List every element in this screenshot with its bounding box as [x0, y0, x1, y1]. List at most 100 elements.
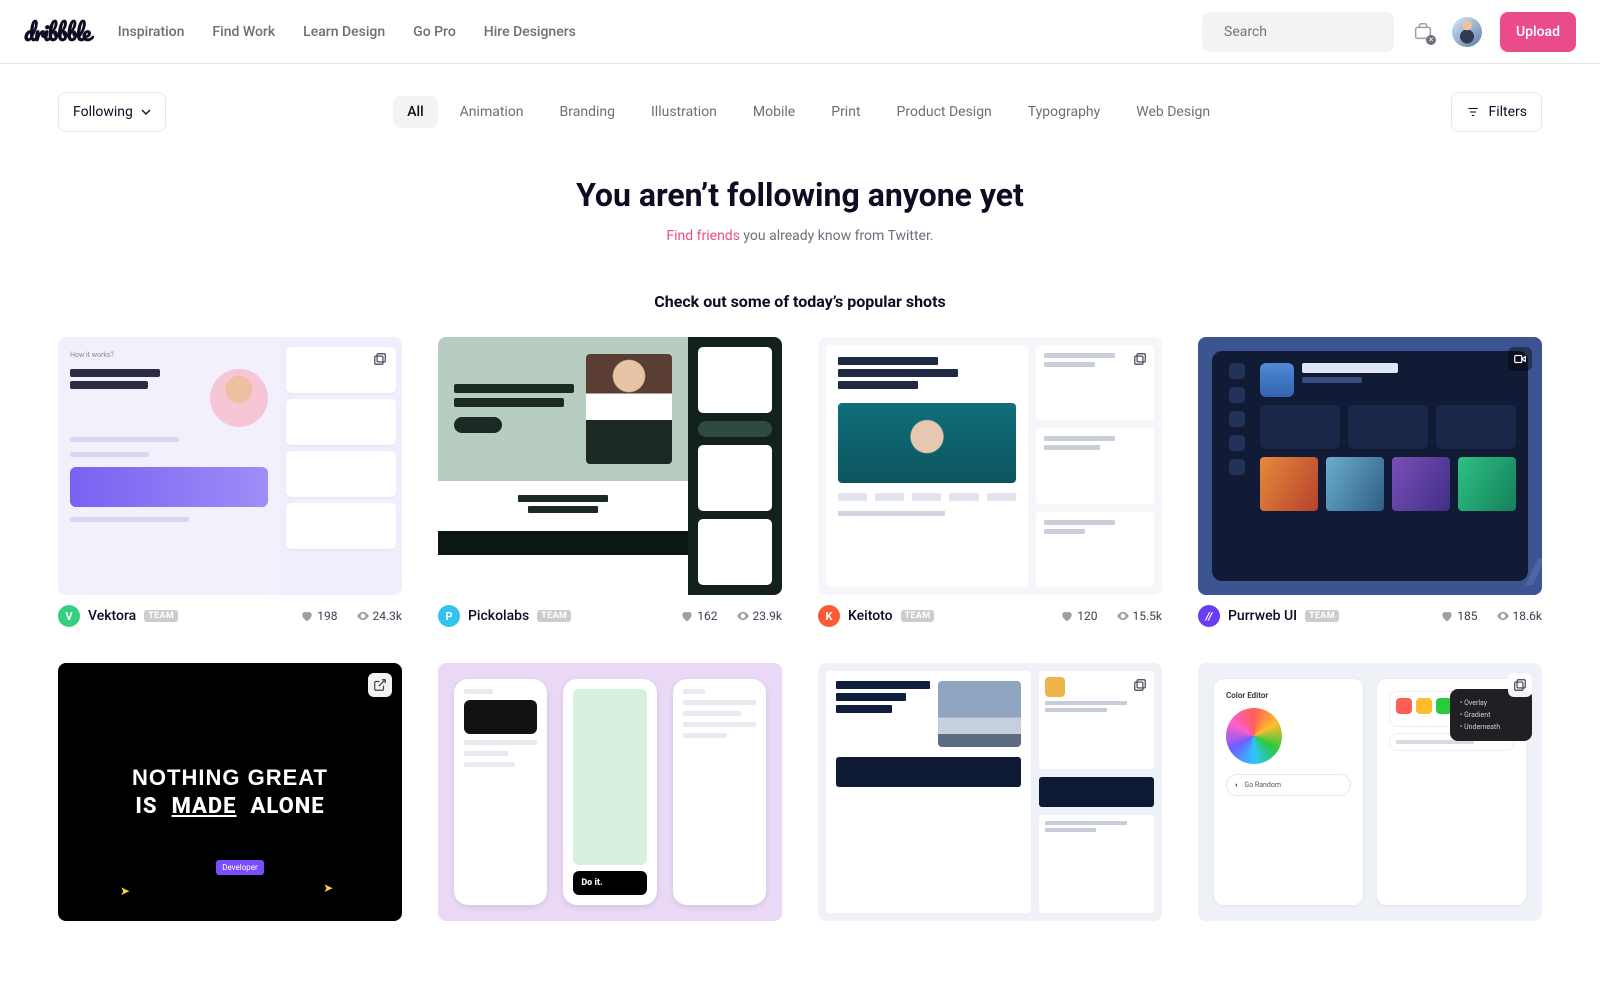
- empty-title: You aren’t following anyone yet: [0, 176, 1600, 214]
- filter-icon: [1466, 105, 1480, 119]
- top-nav: dribbble Inspiration Find Work Learn Des…: [0, 0, 1600, 64]
- shot-card: NOTHING GREAT IS MADE ALONE Developer ➤ …: [58, 663, 402, 921]
- tab-product-design[interactable]: Product Design: [883, 96, 1006, 128]
- eye-icon: [1496, 609, 1510, 623]
- shot-thumbnail[interactable]: //: [1198, 337, 1542, 595]
- shot-card: Color Editor ◐ Go Random • Overlay• Grad…: [1198, 663, 1542, 921]
- views-stat: 24.3k: [356, 609, 402, 623]
- search-box[interactable]: [1202, 12, 1394, 52]
- search-input[interactable]: [1224, 24, 1402, 40]
- tab-animation[interactable]: Animation: [446, 96, 538, 128]
- shot-meta: // Purrweb UI TEAM 185 18.6k: [1198, 605, 1542, 627]
- shot-card: // // Purrweb UI TEAM 185 18.6k: [1198, 337, 1542, 627]
- author-name[interactable]: Vektora: [88, 608, 136, 624]
- shots-grid: How it works? V Vektora TEAM 198 24.3k: [0, 337, 1600, 981]
- tab-mobile[interactable]: Mobile: [739, 96, 809, 128]
- shot-thumbnail[interactable]: Do it.: [438, 663, 782, 921]
- team-badge: TEAM: [901, 610, 935, 622]
- author-avatar[interactable]: K: [818, 605, 840, 627]
- shot-thumbnail[interactable]: [818, 663, 1162, 921]
- thumb-tag: Developer: [216, 860, 263, 875]
- user-avatar[interactable]: [1452, 17, 1482, 47]
- external-link-icon: [368, 673, 392, 697]
- multishot-icon: [1128, 673, 1152, 697]
- upload-button[interactable]: Upload: [1500, 12, 1576, 52]
- work-tray-icon[interactable]: ✕: [1412, 21, 1434, 43]
- shot-card: P Pickolabs TEAM 162 23.9k: [438, 337, 782, 627]
- find-friends-link[interactable]: Find friends: [666, 228, 740, 244]
- cursor-icon: ➤: [323, 881, 333, 895]
- views-stat: 15.5k: [1116, 609, 1162, 623]
- thumb-text: Color Editor: [1226, 691, 1351, 700]
- shot-thumbnail[interactable]: Color Editor ◐ Go Random • Overlay• Grad…: [1198, 663, 1542, 921]
- likes-stat[interactable]: 162: [680, 609, 717, 623]
- thumb-text: ALONE: [251, 794, 325, 819]
- team-badge: TEAM: [144, 610, 178, 622]
- heart-icon: [680, 609, 694, 623]
- multishot-icon: [1128, 347, 1152, 371]
- multishot-icon: [1508, 673, 1532, 697]
- filters-label: Filters: [1488, 104, 1527, 120]
- shot-meta: K Keitoto TEAM 120 15.5k: [818, 605, 1162, 627]
- shot-card: K Keitoto TEAM 120 15.5k: [818, 337, 1162, 627]
- nav-hire[interactable]: Hire Designers: [484, 24, 576, 40]
- shot-meta: P Pickolabs TEAM 162 23.9k: [438, 605, 782, 627]
- thumb-text: MADE: [172, 794, 237, 819]
- heart-icon: [1440, 609, 1454, 623]
- filter-bar: Following All Animation Branding Illustr…: [0, 64, 1600, 132]
- views-stat: 18.6k: [1496, 609, 1542, 623]
- tab-print[interactable]: Print: [817, 96, 874, 128]
- empty-subtitle: Find friends you already know from Twitt…: [0, 228, 1600, 244]
- multishot-icon: [368, 347, 392, 371]
- team-badge: TEAM: [537, 610, 571, 622]
- views-stat: 23.9k: [736, 609, 782, 623]
- filters-button[interactable]: Filters: [1451, 92, 1542, 132]
- author-name[interactable]: Purrweb UI: [1228, 608, 1297, 624]
- empty-subtitle-rest: you already know from Twitter.: [740, 228, 934, 244]
- nav-links: Inspiration Find Work Learn Design Go Pr…: [118, 24, 576, 40]
- shot-thumbnail[interactable]: NOTHING GREAT IS MADE ALONE Developer ➤ …: [58, 663, 402, 921]
- shot-thumbnail[interactable]: How it works?: [58, 337, 402, 595]
- tab-branding[interactable]: Branding: [546, 96, 629, 128]
- likes-stat[interactable]: 120: [1060, 609, 1097, 623]
- shot-thumbnail[interactable]: [818, 337, 1162, 595]
- tab-web-design[interactable]: Web Design: [1122, 96, 1224, 128]
- following-dropdown-label: Following: [73, 104, 133, 120]
- nav-inspiration[interactable]: Inspiration: [118, 24, 185, 40]
- video-icon: [1508, 347, 1532, 371]
- author-avatar[interactable]: P: [438, 605, 460, 627]
- author-name[interactable]: Keitoto: [848, 608, 893, 624]
- heart-icon: [300, 609, 314, 623]
- team-badge: TEAM: [1305, 610, 1339, 622]
- category-tabs: All Animation Branding Illustration Mobi…: [186, 96, 1432, 128]
- likes-stat[interactable]: 198: [300, 609, 337, 623]
- nav-go-pro[interactable]: Go Pro: [413, 24, 456, 40]
- author-name[interactable]: Pickolabs: [468, 608, 529, 624]
- author-avatar[interactable]: V: [58, 605, 80, 627]
- nav-learn-design[interactable]: Learn Design: [303, 24, 385, 40]
- nav-find-work[interactable]: Find Work: [212, 24, 275, 40]
- likes-stat[interactable]: 185: [1440, 609, 1477, 623]
- shot-card: Do it.: [438, 663, 782, 921]
- tab-all[interactable]: All: [393, 96, 437, 128]
- heart-icon: [1060, 609, 1074, 623]
- chevron-down-icon: [141, 107, 151, 117]
- author-avatar[interactable]: //: [1198, 605, 1220, 627]
- shot-card: [818, 663, 1162, 921]
- logo[interactable]: dribbble: [24, 12, 90, 51]
- close-badge-icon: ✕: [1426, 35, 1436, 45]
- thumb-text: IS: [135, 794, 157, 819]
- tab-illustration[interactable]: Illustration: [637, 96, 731, 128]
- tab-typography[interactable]: Typography: [1014, 96, 1114, 128]
- following-dropdown[interactable]: Following: [58, 92, 166, 132]
- eye-icon: [356, 609, 370, 623]
- thumb-text: NOTHING GREAT: [132, 765, 328, 791]
- eye-icon: [736, 609, 750, 623]
- thumb-text: Do it.: [573, 871, 646, 895]
- shot-thumbnail[interactable]: [438, 337, 782, 595]
- shot-meta: V Vektora TEAM 198 24.3k: [58, 605, 402, 627]
- shot-card: How it works? V Vektora TEAM 198 24.3k: [58, 337, 402, 627]
- popular-heading: Check out some of today’s popular shots: [0, 292, 1600, 311]
- eye-icon: [1116, 609, 1130, 623]
- cursor-icon: ➤: [120, 884, 130, 898]
